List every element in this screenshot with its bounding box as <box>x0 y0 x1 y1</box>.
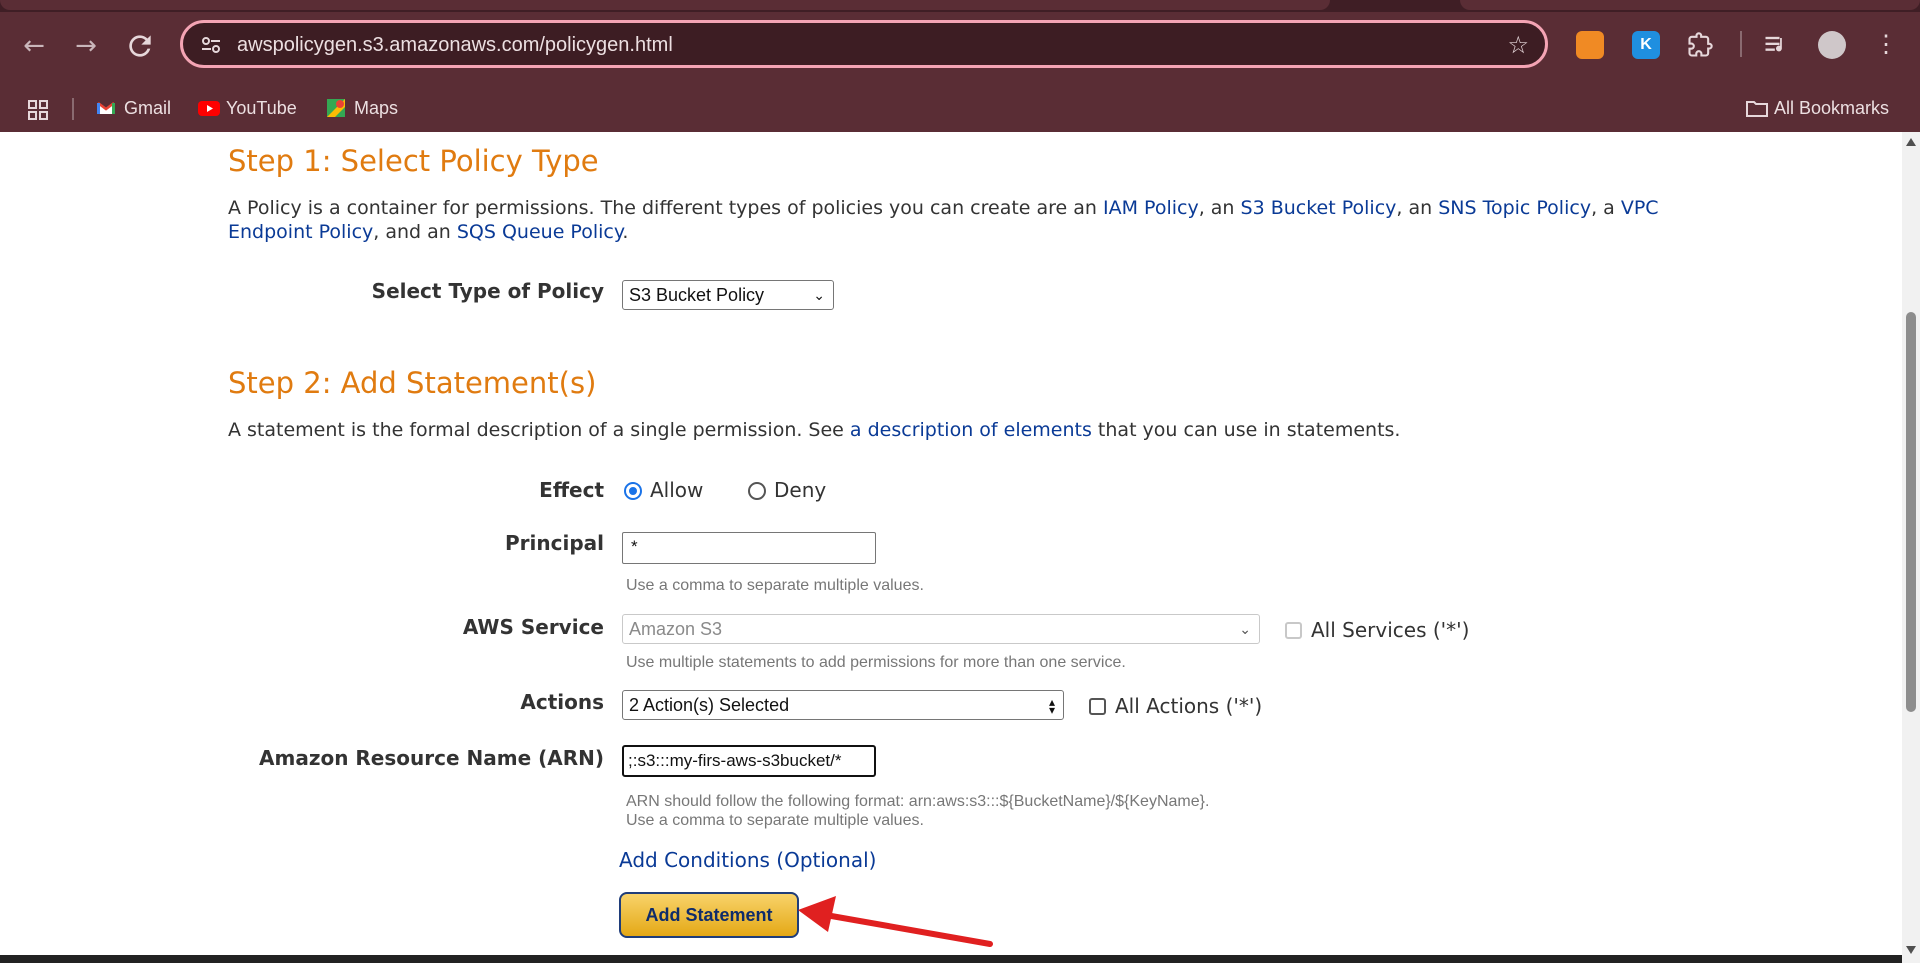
desc-text: , an <box>1396 197 1439 219</box>
profile-avatar[interactable] <box>1818 31 1846 59</box>
maps-icon <box>326 98 346 118</box>
scroll-down-arrow-icon[interactable] <box>1906 946 1916 954</box>
actions-value: 2 Action(s) Selected <box>629 695 790 715</box>
actions-select[interactable]: 2 Action(s) Selected ▴ ▾ <box>622 690 1064 720</box>
updown-arrows-icon: ▴ ▾ <box>1048 695 1055 717</box>
desc-text: A statement is the formal description of… <box>228 419 850 441</box>
folder-icon <box>1746 98 1768 118</box>
bookmark-maps[interactable]: Maps <box>326 98 398 119</box>
tab[interactable] <box>1460 0 1920 10</box>
add-statement-button[interactable]: Add Statement <box>619 892 799 938</box>
k-extension-icon[interactable]: K <box>1632 31 1660 59</box>
principal-hint: Use a comma to separate multiple values. <box>626 577 924 594</box>
bookmark-gmail[interactable]: Gmail <box>96 98 171 119</box>
step2-description: A statement is the formal description of… <box>228 418 1678 442</box>
bookmark-label: Gmail <box>124 98 172 118</box>
aws-service-hint: Use multiple statements to add permissio… <box>626 654 1126 671</box>
effect-deny-radio[interactable] <box>748 482 766 500</box>
forward-icon[interactable]: → <box>70 30 102 62</box>
desc-text: . <box>622 221 629 243</box>
desc-text: A Policy is a container for permissions.… <box>228 197 1104 219</box>
desc-text: , and an <box>373 221 457 243</box>
toolbar-divider <box>1740 31 1742 57</box>
sqs-queue-policy-link[interactable]: SQS Queue Policy <box>457 221 623 243</box>
effect-allow-radio[interactable] <box>624 482 642 500</box>
all-bookmarks-label: All Bookmarks <box>1774 98 1890 118</box>
youtube-icon <box>198 98 220 118</box>
chevron-down-icon: ⌄ <box>813 287 825 303</box>
page-content: Step 1: Select Policy Type A Policy is a… <box>0 132 1902 963</box>
back-icon[interactable]: ← <box>18 30 50 62</box>
aws-service-value: Amazon S3 <box>629 619 723 639</box>
arn-label: Amazon Resource Name (ARN) <box>259 746 604 770</box>
site-info-icon[interactable] <box>199 33 223 57</box>
all-bookmarks[interactable]: All Bookmarks <box>1746 98 1889 119</box>
url-text[interactable]: awspolicygen.s3.amazonaws.com/policygen.… <box>237 34 673 57</box>
bookmark-label: Maps <box>354 98 399 118</box>
gmail-icon <box>96 98 116 118</box>
actions-label: Actions <box>520 690 604 714</box>
elements-description-link[interactable]: a description of elements <box>850 419 1092 441</box>
policy-type-select[interactable]: S3 Bucket Policy ⌄ <box>622 280 834 310</box>
step1-heading: Step 1: Select Policy Type <box>228 144 599 178</box>
desc-text: that you can use in statements. <box>1091 419 1401 441</box>
desc-text: , an <box>1198 197 1241 219</box>
bookmark-youtube[interactable]: YouTube <box>198 98 297 119</box>
principal-label: Principal <box>505 531 604 555</box>
step1-description: A Policy is a container for permissions.… <box>228 196 1678 244</box>
all-actions-label[interactable]: All Actions ('*') <box>1115 694 1262 718</box>
scroll-up-arrow-icon[interactable] <box>1906 138 1916 146</box>
bookmark-divider <box>72 98 74 120</box>
effect-allow-label[interactable]: Allow <box>650 478 703 502</box>
effect-label: Effect <box>539 478 604 502</box>
annotation-arrow <box>798 896 993 947</box>
step2-heading: Step 2: Add Statement(s) <box>228 366 597 400</box>
aws-service-select[interactable]: Amazon S3 ⌄ <box>622 614 1260 644</box>
extensions-puzzle-icon[interactable] <box>1686 31 1714 59</box>
add-conditions-link[interactable]: Add Conditions (Optional) <box>619 848 876 872</box>
arn-hint-format: ARN should follow the following format: … <box>626 793 1210 810</box>
all-services-checkbox[interactable] <box>1285 622 1302 639</box>
chevron-down-icon: ⌄ <box>1239 621 1251 637</box>
policy-type-value: S3 Bucket Policy <box>629 285 765 305</box>
reload-icon[interactable] <box>124 30 156 62</box>
desc-text: , a <box>1591 197 1621 219</box>
sns-topic-policy-link[interactable]: SNS Topic Policy <box>1438 197 1591 219</box>
tab-strip <box>0 0 1920 12</box>
bookmark-label: YouTube <box>226 98 297 118</box>
scrollbar-thumb[interactable] <box>1906 312 1916 712</box>
vertical-scrollbar[interactable] <box>1902 132 1920 963</box>
aws-service-label: AWS Service <box>462 615 604 639</box>
all-actions-checkbox[interactable] <box>1089 698 1106 715</box>
principal-input[interactable]: * <box>622 532 876 564</box>
media-control-icon[interactable] <box>1762 31 1790 59</box>
tab[interactable] <box>0 0 1330 10</box>
apps-grid-icon[interactable] <box>26 98 50 127</box>
iam-policy-link[interactable]: IAM Policy <box>1103 197 1199 219</box>
browser-toolbar: ← → awspolicygen.s3.amazonaws.com/policy… <box>0 0 1920 132</box>
arn-input[interactable]: ;:s3:::my-firs-aws-s3bucket/* <box>622 745 876 777</box>
page-bottom-edge <box>0 955 1902 963</box>
bookmark-star-icon[interactable]: ☆ <box>1507 31 1529 59</box>
menu-kebab-icon[interactable]: ⋮ <box>1872 31 1900 59</box>
effect-deny-label[interactable]: Deny <box>774 478 826 502</box>
metamask-fox-icon[interactable] <box>1576 31 1604 59</box>
policy-type-label: Select Type of Policy <box>371 279 604 303</box>
bookmarks-bar: Gmail YouTube Maps All Bookmarks <box>0 84 1920 132</box>
arn-hint-separator: Use a comma to separate multiple values. <box>626 812 924 829</box>
s3-bucket-policy-link[interactable]: S3 Bucket Policy <box>1241 197 1397 219</box>
all-services-label[interactable]: All Services ('*') <box>1311 618 1469 642</box>
address-bar[interactable]: awspolicygen.s3.amazonaws.com/policygen.… <box>180 20 1548 68</box>
